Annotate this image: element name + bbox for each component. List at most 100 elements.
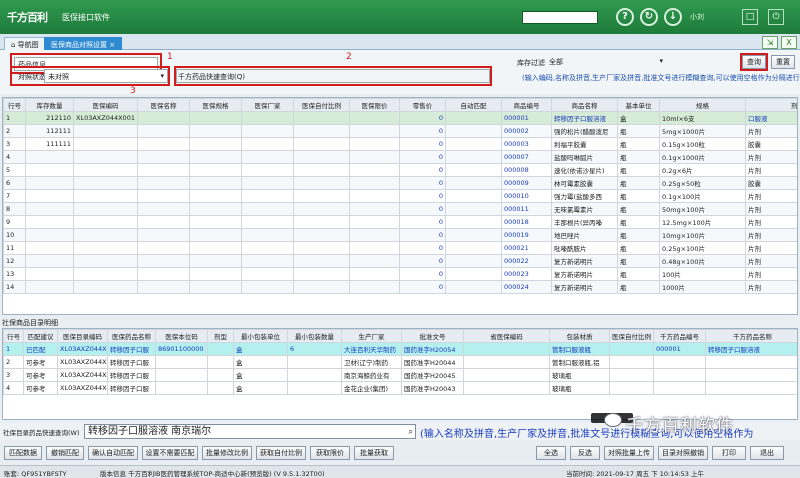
table-cell[interactable]: 盒: [233, 342, 288, 356]
table-cell[interactable]: 1: [3, 342, 24, 356]
table-cell[interactable]: 5mg×1000片: [659, 124, 746, 138]
table-cell[interactable]: 片剂: [745, 215, 797, 229]
table-cell[interactable]: 丰那根片(异丙嗪: [551, 215, 618, 229]
table-cell[interactable]: 转移因子口服: [107, 381, 156, 395]
table-cell[interactable]: 片剂: [745, 228, 797, 242]
table-cell[interactable]: 卫材(辽宁)制药: [341, 355, 402, 369]
table-cell[interactable]: 111111: [25, 137, 74, 151]
undo-match-button[interactable]: 撤销匹配: [46, 446, 84, 460]
table-cell[interactable]: [207, 368, 234, 382]
table-row[interactable]: 8 0 000011 无味氯霉素片瓶 50mg×100片 片剂: [3, 202, 797, 216]
table-cell[interactable]: 片剂: [745, 254, 797, 268]
table-cell[interactable]: 86901100000: [155, 342, 208, 356]
table-cell[interactable]: 国药准字H20054: [401, 342, 464, 356]
table-cell[interactable]: 瓶: [617, 241, 660, 255]
table-cell[interactable]: 000001: [501, 111, 552, 125]
batch-ratio-button[interactable]: 批量修改比例: [202, 446, 252, 460]
table-cell[interactable]: [609, 368, 654, 382]
table-cell[interactable]: 2: [3, 355, 24, 369]
table-cell[interactable]: 转移因子口服溶液: [551, 111, 618, 125]
table-cell[interactable]: 000001: [653, 342, 706, 356]
table-cell[interactable]: 瓶: [617, 202, 660, 216]
match-data-button[interactable]: 匹配数据: [4, 446, 42, 460]
table-cell[interactable]: [73, 150, 138, 164]
table-cell[interactable]: [445, 124, 502, 138]
table-cell[interactable]: [137, 267, 190, 281]
column-header[interactable]: 医保目录编码: [57, 329, 108, 343]
table-cell[interactable]: 盒: [233, 368, 288, 382]
column-header[interactable]: 医保自付比例: [293, 98, 350, 112]
table-cell[interactable]: [241, 176, 294, 190]
table-cell[interactable]: 3: [3, 368, 24, 382]
table-cell[interactable]: 000009: [501, 176, 552, 190]
table-cell[interactable]: 4: [3, 150, 26, 164]
table-cell[interactable]: [653, 368, 706, 382]
table-cell[interactable]: 10mg×100片: [659, 228, 746, 242]
table-cell[interactable]: XL03AXZ044X00: [57, 368, 108, 382]
table-cell[interactable]: [241, 267, 294, 281]
table-cell[interactable]: [609, 342, 654, 356]
table-cell[interactable]: [445, 202, 502, 216]
table-cell[interactable]: [349, 267, 400, 281]
table-cell[interactable]: 强力霉(盐酸多西: [551, 189, 618, 203]
product-grid[interactable]: 行号 库存数量 医保编码 医保名称 医保规格 医保厂家 医保自付比例 医保限价 零售价 自动匹配商…: [2, 97, 798, 315]
table-cell[interactable]: 国药准字H20045: [401, 368, 464, 382]
table-cell[interactable]: [445, 189, 502, 203]
column-header[interactable]: 剂型: [207, 329, 234, 343]
batch-get-button[interactable]: 批量获取: [354, 446, 394, 460]
table-cell[interactable]: [207, 381, 234, 395]
table-cell[interactable]: [445, 163, 502, 177]
table-row[interactable]: 7 0 000010 强力霉(盐酸多西瓶 0.1g×100片 片剂: [3, 189, 797, 203]
download-icon[interactable]: ↓: [664, 8, 682, 26]
insurance-catalog-grid[interactable]: 行号 匹配建议 医保目录编码 医保药品名称 医保本位码 剂型 最小包装单位 最小包装数量 生产厂…: [2, 328, 798, 420]
table-row[interactable]: 11 0 000021 吡嗪酰胺片瓶 0.25g×100片 片剂: [3, 241, 797, 255]
table-cell[interactable]: 瓶: [617, 189, 660, 203]
table-cell[interactable]: 林可霉素胶囊: [551, 176, 618, 190]
table-row[interactable]: 12 0 000022 复方新诺明片瓶 0.48g×100片 片剂: [3, 254, 797, 268]
column-header[interactable]: 千方药品名称: [705, 329, 797, 343]
table-cell[interactable]: 可参考: [23, 368, 58, 382]
table-cell[interactable]: [463, 381, 550, 395]
table-cell[interactable]: [293, 124, 350, 138]
table-cell[interactable]: [241, 241, 294, 255]
table-row[interactable]: 1已匹配XL03AXZ044X00转移因子口服86901100000 盒6大连百利…: [3, 342, 797, 356]
table-cell[interactable]: 0: [399, 241, 446, 255]
table-cell[interactable]: 12.5mg×100片: [659, 215, 746, 229]
column-header[interactable]: 医保限价: [349, 98, 400, 112]
table-cell[interactable]: 6: [287, 342, 342, 356]
column-header[interactable]: 生产厂家: [341, 329, 402, 343]
table-cell[interactable]: 14: [3, 280, 26, 294]
table-cell[interactable]: 13: [3, 267, 26, 281]
table-cell[interactable]: [137, 111, 190, 125]
table-cell[interactable]: 瓶: [617, 228, 660, 242]
column-header[interactable]: 自动匹配: [445, 98, 502, 112]
table-cell[interactable]: [463, 355, 550, 369]
table-cell[interactable]: 瓶: [617, 124, 660, 138]
table-cell[interactable]: [137, 176, 190, 190]
table-cell[interactable]: [73, 254, 138, 268]
table-cell[interactable]: 片剂: [745, 189, 797, 203]
table-cell[interactable]: [349, 280, 400, 294]
table-row[interactable]: 9 0 000018 丰那根片(异丙嗪瓶 12.5mg×100片 片剂: [3, 215, 797, 229]
table-cell[interactable]: [445, 267, 502, 281]
table-cell[interactable]: [189, 176, 242, 190]
column-header[interactable]: 医保规格: [189, 98, 242, 112]
table-cell[interactable]: 胶囊: [745, 137, 797, 151]
table-cell[interactable]: 000023: [501, 267, 552, 281]
table-cell[interactable]: [25, 267, 74, 281]
table-cell[interactable]: 0.2g×6片: [659, 163, 746, 177]
table-cell[interactable]: 大连百利天华制药: [341, 342, 402, 356]
table-cell[interactable]: 国药准字H20043: [401, 381, 464, 395]
table-cell[interactable]: [137, 228, 190, 242]
table-cell[interactable]: 可参考: [23, 381, 58, 395]
table-cell[interactable]: [25, 241, 74, 255]
reset-button[interactable]: 重置: [771, 55, 795, 69]
help-icon[interactable]: ?: [616, 8, 634, 26]
maximize-icon[interactable]: □: [742, 9, 758, 25]
column-header[interactable]: 商品名称: [551, 98, 618, 112]
stock-filter-select[interactable]: 全部 ▾: [546, 55, 666, 69]
table-cell[interactable]: [445, 228, 502, 242]
invert-selection-button[interactable]: 反选: [570, 446, 600, 460]
table-cell[interactable]: 0.25g×50粒: [659, 176, 746, 190]
column-header[interactable]: 商品编号: [501, 98, 552, 112]
